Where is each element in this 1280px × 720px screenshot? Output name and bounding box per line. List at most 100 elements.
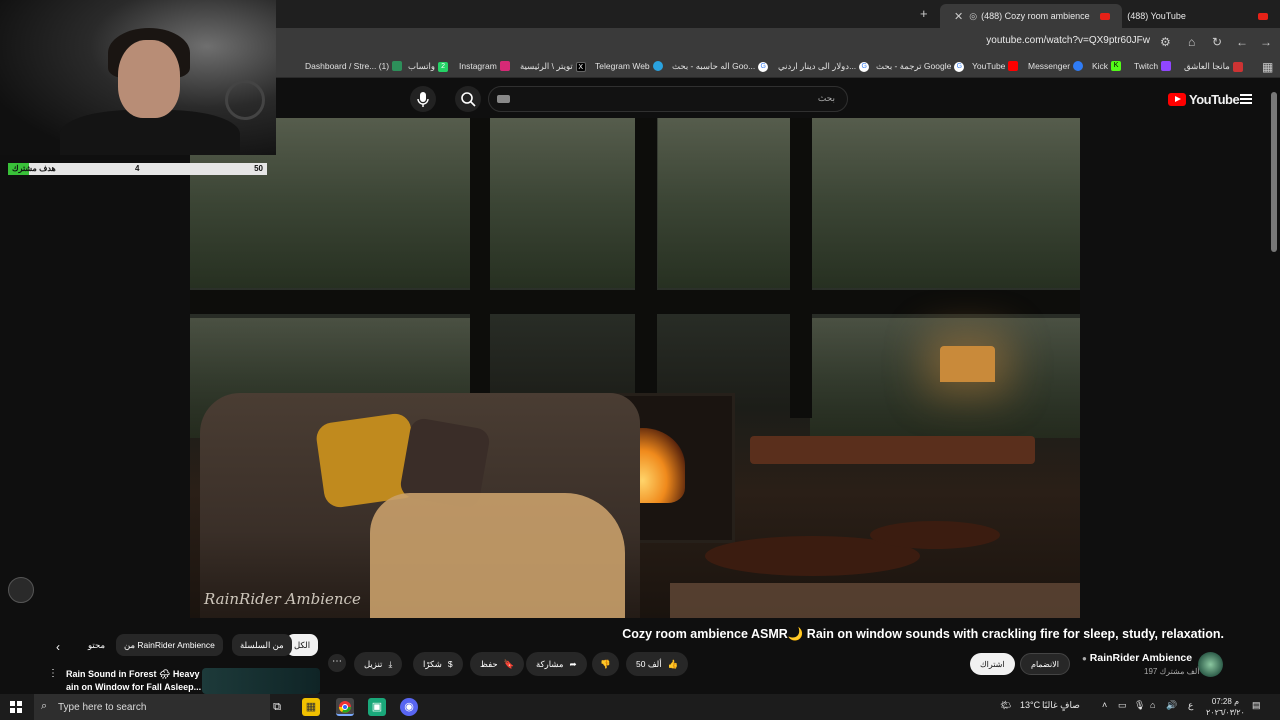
- site-settings-icon[interactable]: ⚙: [1160, 35, 1171, 49]
- new-tab-icon[interactable]: +: [920, 6, 928, 21]
- window-frame: [635, 118, 657, 418]
- bookmark-item[interactable]: مانجا العاشق: [1184, 61, 1246, 72]
- share-button[interactable]: مشاركة ➦: [526, 652, 587, 676]
- headset: [225, 80, 265, 120]
- like-button[interactable]: 50 ألف 👍: [626, 652, 689, 676]
- video-player[interactable]: RainRider Ambience: [190, 118, 1080, 618]
- apps-grid-icon[interactable]: ▦: [1262, 60, 1273, 74]
- tray-overflow-icon[interactable]: ˄: [1102, 700, 1107, 710]
- thanks-button[interactable]: شكرًا $: [413, 652, 463, 676]
- window-pane: [810, 118, 1080, 288]
- microphone-icon[interactable]: 🎙: [1134, 700, 1145, 711]
- video-watermark: RainRider Ambience: [204, 590, 361, 608]
- forward-arrow-icon[interactable]: ←: [1236, 35, 1248, 49]
- related-video-title[interactable]: Rain Sound in Forest 🌧 Heavy ain on Wind…: [66, 668, 201, 694]
- blanket: [370, 493, 625, 618]
- address-bar[interactable]: youtube.com/watch?v=QX9ptr60JFw: [986, 35, 1150, 46]
- bookmark-item[interactable]: YouTube: [972, 61, 1021, 71]
- google-icon: G: [954, 61, 965, 72]
- microphone-icon: [417, 92, 429, 107]
- reload-icon[interactable]: ↻: [1212, 35, 1222, 49]
- channel-name[interactable]: ● RainRider Ambience: [1082, 652, 1192, 664]
- bookmark-item[interactable]: دولار الى دينار اردني... G: [778, 61, 872, 72]
- save-button[interactable]: حفظ 🔖: [470, 652, 525, 676]
- bookmark-item[interactable]: Twitch: [1134, 61, 1174, 71]
- network-icon[interactable]: ⌂: [1150, 700, 1155, 710]
- related-video-thumbnail[interactable]: [202, 668, 320, 694]
- taskbar-search-input[interactable]: ⌕ Type here to search: [34, 694, 270, 720]
- volume-icon[interactable]: 🔊: [1166, 700, 1177, 711]
- bookmark-item[interactable]: Instagram: [459, 61, 513, 71]
- chip-channel[interactable]: من RainRider Ambience: [116, 634, 223, 656]
- task-view-icon[interactable]: ⧉: [268, 698, 286, 716]
- weather-condition[interactable]: صافٍ غالبًا: [1042, 700, 1080, 711]
- bookmark-item[interactable]: واتساب 2: [408, 61, 451, 72]
- youtube-favicon-icon: [1257, 12, 1268, 20]
- share-icon: ➦: [569, 658, 577, 669]
- clock-time: 07:28 م: [1211, 697, 1240, 706]
- back-arrow-icon[interactable]: →: [1260, 35, 1272, 49]
- bookmark-item[interactable]: Messenger: [1028, 61, 1086, 71]
- kick-icon: K: [1111, 61, 1122, 71]
- thanks-label: شكرًا: [423, 658, 442, 669]
- streamer-face: [118, 40, 180, 118]
- system-clock[interactable]: 07:28 م ٢٠٢٦/٠٣/٢٠: [1206, 696, 1245, 718]
- twitch-icon: [1161, 61, 1172, 71]
- search-input[interactable]: بحث: [488, 86, 848, 112]
- close-tab-icon[interactable]: ✕: [954, 10, 963, 23]
- window-frame: [470, 118, 490, 418]
- voice-search-button[interactable]: [410, 86, 436, 112]
- coffee-table: [870, 521, 1000, 549]
- weather-icon: 🌤: [1000, 700, 1012, 710]
- logo-text: YouTube: [1189, 92, 1240, 107]
- bookmark-item[interactable]: Dashboard / Stre... (1): [305, 61, 405, 71]
- more-actions-button[interactable]: ⋯: [328, 654, 346, 672]
- discord-icon[interactable]: ◉: [400, 698, 418, 716]
- youtube-play-icon: [1168, 93, 1186, 106]
- window-frame: [790, 118, 812, 418]
- window-pane: [490, 118, 635, 288]
- bookmark-item[interactable]: Telegram Web: [595, 61, 666, 71]
- bookmark-item[interactable]: اله حاسبه - بحث Goo... G: [672, 61, 771, 72]
- weather-temp[interactable]: 13°C: [1020, 700, 1040, 710]
- streaming-app-icon[interactable]: ▣: [368, 698, 386, 716]
- dislike-button[interactable]: 👎: [592, 652, 619, 676]
- bookmark-item[interactable]: Kick K: [1092, 61, 1124, 71]
- subscribe-button[interactable]: اشتراك: [970, 653, 1015, 675]
- bookmark-item[interactable]: ترجمة - بحث Google G: [876, 61, 967, 72]
- channel-avatar[interactable]: [1198, 652, 1223, 677]
- microsoft-store-icon[interactable]: ▦: [302, 698, 320, 716]
- windows-start-icon[interactable]: [10, 701, 22, 713]
- chip-series[interactable]: من السلسلة: [232, 634, 292, 656]
- channel-name-text: RainRider Ambience: [1089, 652, 1193, 664]
- windows-taskbar: ⌕ Type here to search ⧉ ▦ ▣ ◉ 🌤 13°C صاف…: [0, 694, 1280, 720]
- youtube-logo[interactable]: YouTube: [1168, 92, 1240, 107]
- youtube-favicon-icon: [1008, 61, 1019, 71]
- search-button[interactable]: [455, 86, 481, 112]
- tab-youtube-home[interactable]: ✕ (488) YouTube: [1098, 4, 1280, 28]
- side-table: [750, 436, 1035, 464]
- more-vert-icon[interactable]: ⋮: [48, 668, 58, 679]
- menu-icon[interactable]: [1240, 94, 1252, 104]
- home-icon[interactable]: ⌂: [1188, 35, 1195, 49]
- page-scrollbar[interactable]: [1271, 92, 1277, 252]
- tray-app-icon[interactable]: ▭: [1118, 700, 1127, 711]
- tab-label: (488) Cozy room ambience: [981, 11, 1090, 21]
- google-icon: G: [859, 61, 870, 72]
- notifications-icon[interactable]: ▤: [1252, 700, 1261, 711]
- bookmark-item[interactable]: تويتر \ الرئيسية X: [520, 61, 589, 72]
- related-title-line: Rain Sound in Forest 🌧 Heavy: [66, 669, 200, 679]
- chip-content[interactable]: محتو: [80, 634, 113, 656]
- keyboard-icon[interactable]: [497, 95, 510, 103]
- join-button[interactable]: الانضمام: [1020, 653, 1070, 675]
- input-language[interactable]: ع: [1188, 700, 1193, 711]
- messenger-icon: [1073, 61, 1084, 71]
- chrome-icon[interactable]: [336, 698, 354, 716]
- like-count: 50 ألف: [636, 658, 662, 669]
- tab-current-video[interactable]: ✕ ◎ (488) Cozy room ambience: [940, 4, 1122, 28]
- chevron-left-icon[interactable]: ‹: [56, 640, 60, 654]
- telegram-icon: [652, 61, 663, 71]
- bookmark-icon: 🔖: [503, 658, 515, 669]
- download-button[interactable]: تنزيل ⤓: [354, 652, 403, 676]
- taskbar-search-placeholder: Type here to search: [58, 701, 147, 713]
